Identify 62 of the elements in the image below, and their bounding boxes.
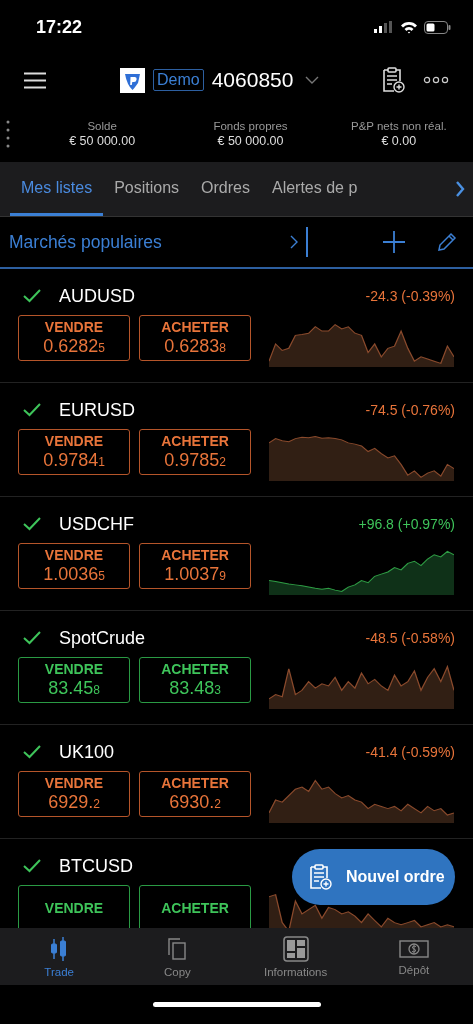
dashboard-icon <box>282 935 309 962</box>
buy-button[interactable]: ACHETER 6930.2 <box>139 771 251 817</box>
summary-value: € 50 000.00 <box>217 134 284 148</box>
instrument-symbol: USDCHF <box>59 513 134 535</box>
clipboard-icon[interactable] <box>381 66 405 94</box>
sell-button[interactable]: VENDRE 6929.2 <box>18 771 130 817</box>
price-change: +96.8 (+0.97%) <box>358 516 455 532</box>
summary-label: Solde <box>87 120 117 132</box>
tab[interactable]: Positions <box>103 162 191 216</box>
instrument-symbol: AUDUSD <box>59 285 135 307</box>
battery-icon <box>424 20 451 34</box>
check-icon <box>23 289 41 303</box>
tab[interactable]: Alertes de p <box>260 162 369 216</box>
check-icon <box>23 517 41 531</box>
status-time: 17:22 <box>36 16 83 38</box>
pencil-icon[interactable] <box>437 232 457 252</box>
sell-button[interactable]: VENDRE 83.458 <box>18 657 130 703</box>
check-icon <box>23 859 41 873</box>
price-change: -41.4 (-0.59%) <box>365 744 455 760</box>
chevron-right-icon[interactable] <box>455 180 465 198</box>
instrument-symbol: EURUSD <box>59 399 135 421</box>
logo-icon <box>120 67 145 93</box>
sell-button[interactable]: VENDRE 1.00365 <box>18 543 130 589</box>
check-icon <box>23 403 41 417</box>
nav-tab[interactable]: Trade <box>0 928 119 985</box>
nav-tab[interactable]: Informations <box>236 928 355 985</box>
buy-button[interactable]: ACHETER 0.62838 <box>139 315 251 361</box>
clipboard-icon <box>308 863 332 891</box>
signal-icon <box>374 21 394 33</box>
summary-label: Fonds propres <box>213 120 288 132</box>
nav-tab[interactable]: Dépôt <box>354 928 473 985</box>
sell-button[interactable]: VENDRE 0.62825 <box>18 315 130 361</box>
instrument-symbol: UK100 <box>59 741 115 763</box>
more-icon[interactable] <box>423 76 449 84</box>
chevron-right-icon[interactable] <box>289 235 298 249</box>
demo-badge: Demo <box>153 69 204 91</box>
banknote-icon <box>398 937 429 960</box>
buy-button[interactable]: ACHETER 83.483 <box>139 657 251 703</box>
account-selector[interactable]: 4060850 <box>211 68 320 92</box>
instrument-symbol: BTCUSD <box>59 855 133 877</box>
sell-button[interactable]: VENDRE 0.97841 <box>18 429 130 475</box>
check-icon <box>23 745 41 759</box>
tab[interactable]: Ordres <box>190 162 261 216</box>
price-change: -74.5 (-0.76%) <box>365 402 455 418</box>
buy-button[interactable]: ACHETER 0.97852 <box>139 429 251 475</box>
price-change: -48.5 (-0.58%) <box>365 630 455 646</box>
summary-label: P&P nets non réal. <box>350 120 447 132</box>
add-icon[interactable] <box>383 231 405 253</box>
new-order-button[interactable]: Nouvel ordre <box>292 849 455 905</box>
price-change: -24.3 (-0.39%) <box>365 288 455 304</box>
wifi-icon <box>400 20 418 34</box>
watchlist-selector[interactable]: Marchés populaires <box>9 231 162 253</box>
tab[interactable]: Mes listes <box>10 162 104 216</box>
drag-handle-icon[interactable] <box>6 119 10 149</box>
instrument-symbol: SpotCrude <box>59 627 146 649</box>
chevron-down-icon <box>305 76 320 84</box>
check-icon <box>23 631 41 645</box>
buy-button[interactable]: ACHETER 1.00379 <box>139 543 251 589</box>
summary-value: € 0.00 <box>381 134 417 148</box>
summary-value: € 50 000.00 <box>69 134 136 148</box>
nav-tab[interactable]: Copy <box>118 928 237 985</box>
menu-icon[interactable] <box>24 71 46 89</box>
